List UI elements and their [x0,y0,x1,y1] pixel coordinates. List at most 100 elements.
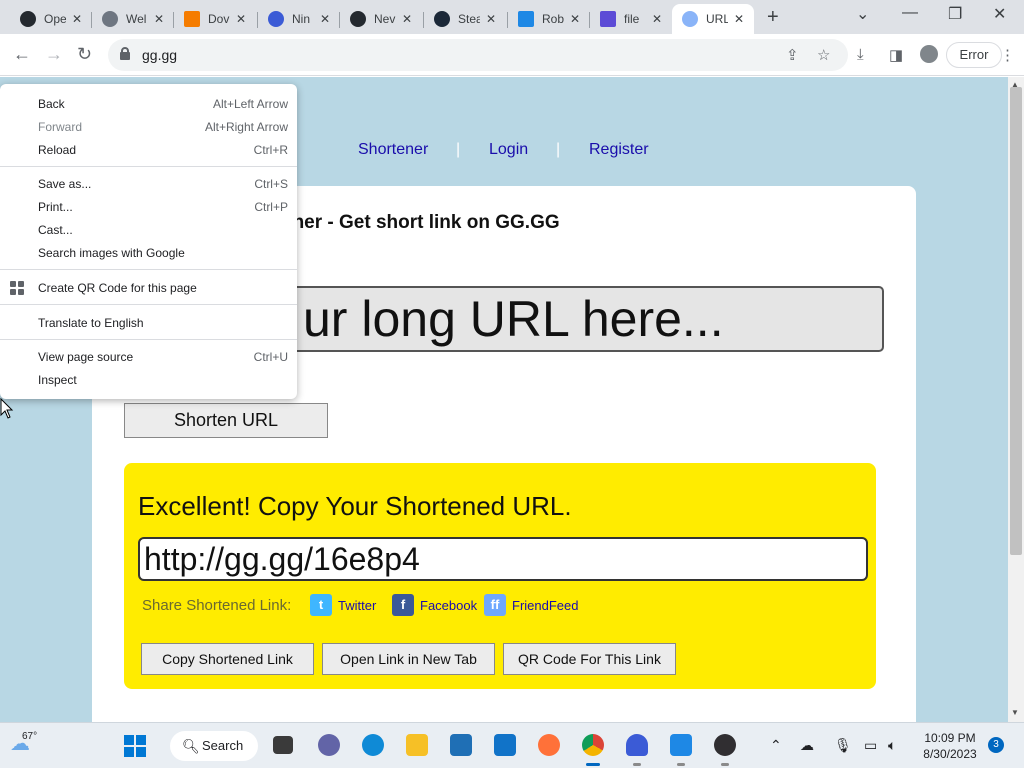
scroll-down-icon[interactable]: ▼ [1011,708,1019,717]
menu-item-print[interactable]: Print... Ctrl+P [0,196,297,219]
roblox-studio-app-icon[interactable] [670,734,692,756]
tab-5[interactable]: Nev ✕ [340,4,424,34]
close-icon[interactable]: ✕ [236,12,246,26]
menu-item-reload[interactable]: Reload Ctrl+R [0,139,297,162]
taskbar-search[interactable]: 🔍︎ Search [170,731,258,761]
tab-strip: Ope ✕ Wel ✕ Dov ✕ Nin ✕ Nev ✕ Stea ✕ Rob… [0,0,1024,34]
back-arrow-icon[interactable]: ← [13,44,31,65]
tab-search-icon[interactable]: ⌄ [856,4,869,24]
menu-divider [0,339,297,340]
microphone-icon[interactable]: 🎙︎ [834,737,852,754]
task-view-icon[interactable] [273,736,293,754]
close-icon[interactable]: ✕ [402,12,412,26]
menu-item-save-as[interactable]: Save as... Ctrl+S [0,173,297,196]
menu-item-translate[interactable]: Translate to English [0,312,297,335]
mail-icon[interactable] [494,734,516,756]
network-icon[interactable]: ▭ [864,737,877,754]
edge-icon[interactable] [362,734,384,756]
start-button[interactable] [124,735,146,757]
copy-link-button[interactable]: Copy Shortened Link [141,643,314,675]
github-icon [350,11,366,27]
menu-item-create-qr[interactable]: Create QR Code for this page [0,277,297,300]
volume-icon[interactable]: 🔈︎ [888,737,896,754]
share-icon[interactable]: ⇪ [786,46,799,64]
nav-link-register[interactable]: Register [589,141,649,159]
file-explorer-icon[interactable] [406,734,428,756]
menu-item-back[interactable]: Back Alt+Left Arrow [0,93,297,116]
qr-code-button[interactable]: QR Code For This Link [503,643,676,675]
chrome-icon[interactable] [582,734,604,756]
bookmark-star-icon[interactable]: ☆ [817,46,830,64]
reload-icon[interactable]: ↻ [77,44,92,65]
tab-6[interactable]: Stea ✕ [424,4,508,34]
close-icon[interactable]: ✕ [570,12,580,26]
scrollbar-thumb[interactable] [1010,87,1022,555]
microsoft-store-icon[interactable] [450,734,472,756]
close-icon[interactable]: ✕ [320,12,330,26]
running-app-indicator [677,763,685,766]
teams-chat-icon[interactable] [318,734,340,756]
forward-arrow-icon[interactable]: → [45,44,63,65]
profile-error-button[interactable]: Error [946,42,1002,68]
share-twitter-link[interactable]: t Twitter [310,594,376,616]
vlc-icon [184,11,200,27]
shorten-url-button[interactable]: Shorten URL [124,403,328,438]
menu-kebab-icon[interactable]: ⋮ [1000,46,1015,64]
close-window-icon[interactable]: ✕ [993,4,1006,24]
tab-8[interactable]: file ✕ [590,4,672,34]
restore-icon[interactable]: ❐ [948,4,962,24]
link-icon [682,11,698,27]
close-icon[interactable]: ✕ [72,12,82,26]
share-label: Share Shortened Link: [142,597,292,614]
scroll-up-icon[interactable]: ▲ [1011,80,1019,89]
close-icon[interactable]: ✕ [734,12,744,26]
nav-link-shortener[interactable]: Shortener [358,141,428,159]
tab-3[interactable]: Dov ✕ [174,4,258,34]
weather-widget[interactable]: ☁ 67° [10,731,37,756]
menu-item-view-source[interactable]: View page source Ctrl+U [0,346,297,369]
avatar[interactable] [920,45,938,63]
side-panel-icon[interactable]: ◨ [889,46,903,64]
address-bar[interactable]: gg.gg [108,39,848,71]
notification-badge[interactable]: 3 [988,737,1004,753]
roblox-studio-icon [518,11,534,27]
close-icon[interactable]: ✕ [652,12,662,26]
tab-7[interactable]: Rob ✕ [508,4,590,34]
taskbar: ☁ 67° 🔍︎ Search ⌃ ☁ 🎙︎ ▭ 🔈︎ 10:09 PM 8/3… [0,722,1024,768]
menu-item-forward[interactable]: Forward Alt+Right Arrow [0,116,297,139]
browser-toolbar: ← → ↻ gg.gg ⇪ ☆ ⤓ ◨ Error ⋮ [0,34,1024,76]
firefox-icon[interactable] [538,734,560,756]
download-icon[interactable]: ⤓ [857,46,864,63]
menu-divider [0,166,297,167]
obs-icon[interactable] [714,734,736,756]
ninite-icon [268,11,284,27]
clock[interactable]: 10:09 PM 8/30/2023 [914,730,986,762]
chevron-up-icon[interactable]: ⌃ [770,737,782,754]
menu-divider [0,269,297,270]
facebook-icon: f [392,594,414,616]
minimize-icon[interactable]: — [902,4,918,22]
ninite-app-icon[interactable] [626,734,648,756]
open-new-tab-button[interactable]: Open Link in New Tab [322,643,495,675]
tab-9-active[interactable]: URL ✕ [672,4,754,34]
steam-icon [434,11,450,27]
menu-item-search-images[interactable]: Search images with Google [0,242,297,265]
new-tab-button[interactable]: + [767,6,779,29]
globe-icon [102,11,118,27]
close-icon[interactable]: ✕ [154,12,164,26]
menu-item-inspect[interactable]: Inspect [0,369,297,392]
share-facebook-link[interactable]: f Facebook [392,594,477,616]
url-text[interactable]: gg.gg [142,47,177,63]
nav-separator: | [456,141,461,158]
onedrive-icon[interactable]: ☁ [800,737,814,754]
close-icon[interactable]: ✕ [486,12,496,26]
tab-2[interactable]: Wel ✕ [92,4,174,34]
running-app-indicator [633,763,641,766]
share-friendfeed-link[interactable]: ff FriendFeed [484,594,578,616]
menu-item-cast[interactable]: Cast... [0,219,297,242]
short-url-field[interactable]: http://gg.gg/16e8p4 [138,537,868,581]
tab-1[interactable]: Ope ✕ [10,4,92,34]
tab-4[interactable]: Nin ✕ [258,4,340,34]
nav-link-login[interactable]: Login [489,141,528,159]
github-icon [20,11,36,27]
